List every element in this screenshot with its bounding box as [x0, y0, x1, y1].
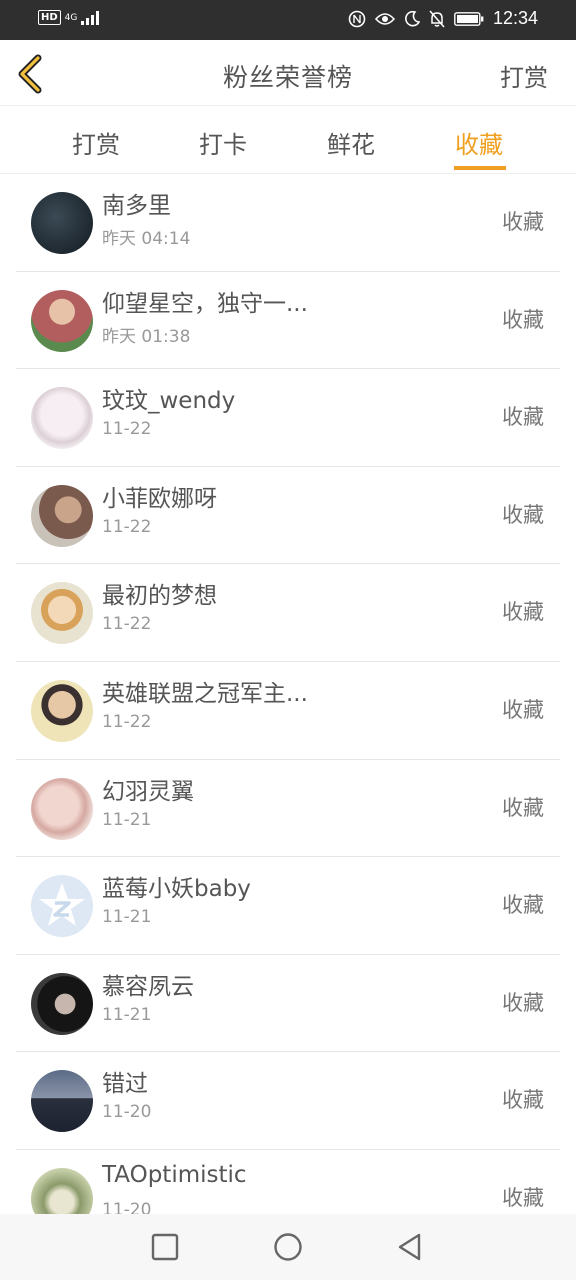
action-label: 收藏	[502, 210, 544, 234]
tab-bar: 打赏 打卡 鲜花 收藏	[0, 107, 576, 174]
user-name: 蓝莓小妖baby	[102, 876, 251, 903]
list-item[interactable]: 幻羽灵翼 11-21 收藏	[16, 760, 560, 858]
page-title: 粉丝荣誉榜	[222, 63, 353, 92]
user-name: 错过	[102, 1071, 148, 1098]
timestamp: 昨天 01:38	[102, 326, 191, 347]
default-avatar-icon	[39, 883, 85, 927]
tab-checkin[interactable]: 打卡	[199, 125, 247, 160]
timestamp: 11-22	[102, 711, 152, 732]
fan-list[interactable]: 南多里 昨天 04:14 收藏 仰望星空，独守一... 昨天 01:38 收藏 …	[0, 174, 576, 1214]
list-item[interactable]: 最初的梦想 11-22 收藏	[16, 564, 560, 662]
battery-icon	[454, 11, 484, 26]
action-label: 收藏	[502, 1185, 544, 1210]
list-item[interactable]: 英雄联盟之冠军主... 11-22 收藏	[16, 662, 560, 760]
square-recent-icon[interactable]	[150, 1232, 180, 1262]
status-time: 12:34	[492, 8, 538, 28]
action-label: 收藏	[502, 600, 544, 625]
timestamp: 11-20	[102, 1102, 152, 1123]
action-label: 收藏	[502, 1088, 544, 1113]
hd-badge: HD	[38, 10, 61, 25]
user-name: 最初的梦想	[102, 583, 217, 610]
tab-tip[interactable]: 打赏	[72, 125, 120, 160]
list-item[interactable]: 慕容夙云 11-21 收藏	[16, 955, 560, 1053]
moon-icon	[405, 10, 420, 26]
action-label: 收藏	[502, 405, 544, 430]
user-name: TAOptimistic	[102, 1161, 247, 1188]
timestamp: 11-21	[102, 907, 152, 928]
avatar	[31, 1070, 93, 1133]
timestamp: 11-21	[102, 1004, 152, 1025]
avatar	[31, 484, 93, 547]
action-label: 收藏	[502, 990, 544, 1015]
avatar	[31, 289, 93, 352]
signal-icon	[81, 10, 100, 25]
system-nav-bar	[0, 1214, 576, 1280]
user-name: 慕容夙云	[102, 973, 194, 1000]
bell-off-icon	[429, 10, 445, 27]
top-app-bar: 粉丝荣誉榜 打赏	[0, 40, 576, 106]
list-item[interactable]: 仰望星空，独守一... 昨天 01:38 收藏	[16, 272, 560, 370]
list-item[interactable]: 小菲欧娜呀 11-22 收藏	[16, 467, 560, 565]
tip-button[interactable]: 打赏	[500, 58, 548, 93]
avatar	[31, 192, 93, 254]
avatar	[31, 777, 93, 840]
timestamp: 11-22	[102, 419, 152, 440]
list-item[interactable]: 南多里 昨天 04:14 收藏	[16, 174, 560, 272]
nfc-icon	[348, 10, 366, 27]
status-right: 12:34	[348, 8, 538, 29]
eye-icon	[374, 12, 395, 25]
user-name: 幻羽灵翼	[102, 778, 194, 805]
triangle-back-icon[interactable]	[395, 1232, 425, 1262]
action-label: 收藏	[502, 307, 544, 332]
avatar	[31, 972, 93, 1035]
active-tab-indicator	[454, 166, 506, 170]
list-item[interactable]: TAOptimistic 11-20 收藏	[16, 1150, 560, 1214]
status-bar: HD 4G 12:34	[0, 0, 576, 40]
user-name: 英雄联盟之冠军主...	[102, 680, 308, 707]
timestamp: 11-22	[102, 614, 152, 635]
avatar	[31, 875, 93, 938]
user-name: 小菲欧娜呀	[102, 485, 217, 512]
user-name: 仰望星空，独守一...	[102, 290, 308, 317]
list-item[interactable]: 错过 11-20 收藏	[16, 1052, 560, 1150]
timestamp: 11-20	[102, 1199, 152, 1214]
action-label: 收藏	[502, 502, 544, 527]
timestamp: 11-21	[102, 809, 152, 830]
user-name: 玟玟_wendy	[102, 388, 236, 415]
circle-home-icon[interactable]	[273, 1232, 303, 1262]
action-label: 收藏	[502, 795, 544, 820]
status-left: HD 4G	[38, 10, 103, 25]
list-item[interactable]: 蓝莓小妖baby 11-21 收藏	[16, 857, 560, 955]
timestamp: 昨天 04:14	[102, 229, 191, 249]
action-label: 收藏	[502, 697, 544, 722]
avatar	[31, 1167, 93, 1214]
tab-flowers[interactable]: 鲜花	[327, 125, 375, 160]
timestamp: 11-22	[102, 516, 152, 537]
avatar	[31, 387, 93, 450]
network-label: 4G	[64, 12, 78, 23]
tab-favorites[interactable]: 收藏	[455, 125, 503, 160]
user-name: 南多里	[102, 193, 171, 219]
action-label: 收藏	[502, 893, 544, 918]
avatar	[31, 582, 93, 645]
list-item[interactable]: 玟玟_wendy 11-22 收藏	[16, 369, 560, 467]
avatar	[31, 679, 93, 742]
